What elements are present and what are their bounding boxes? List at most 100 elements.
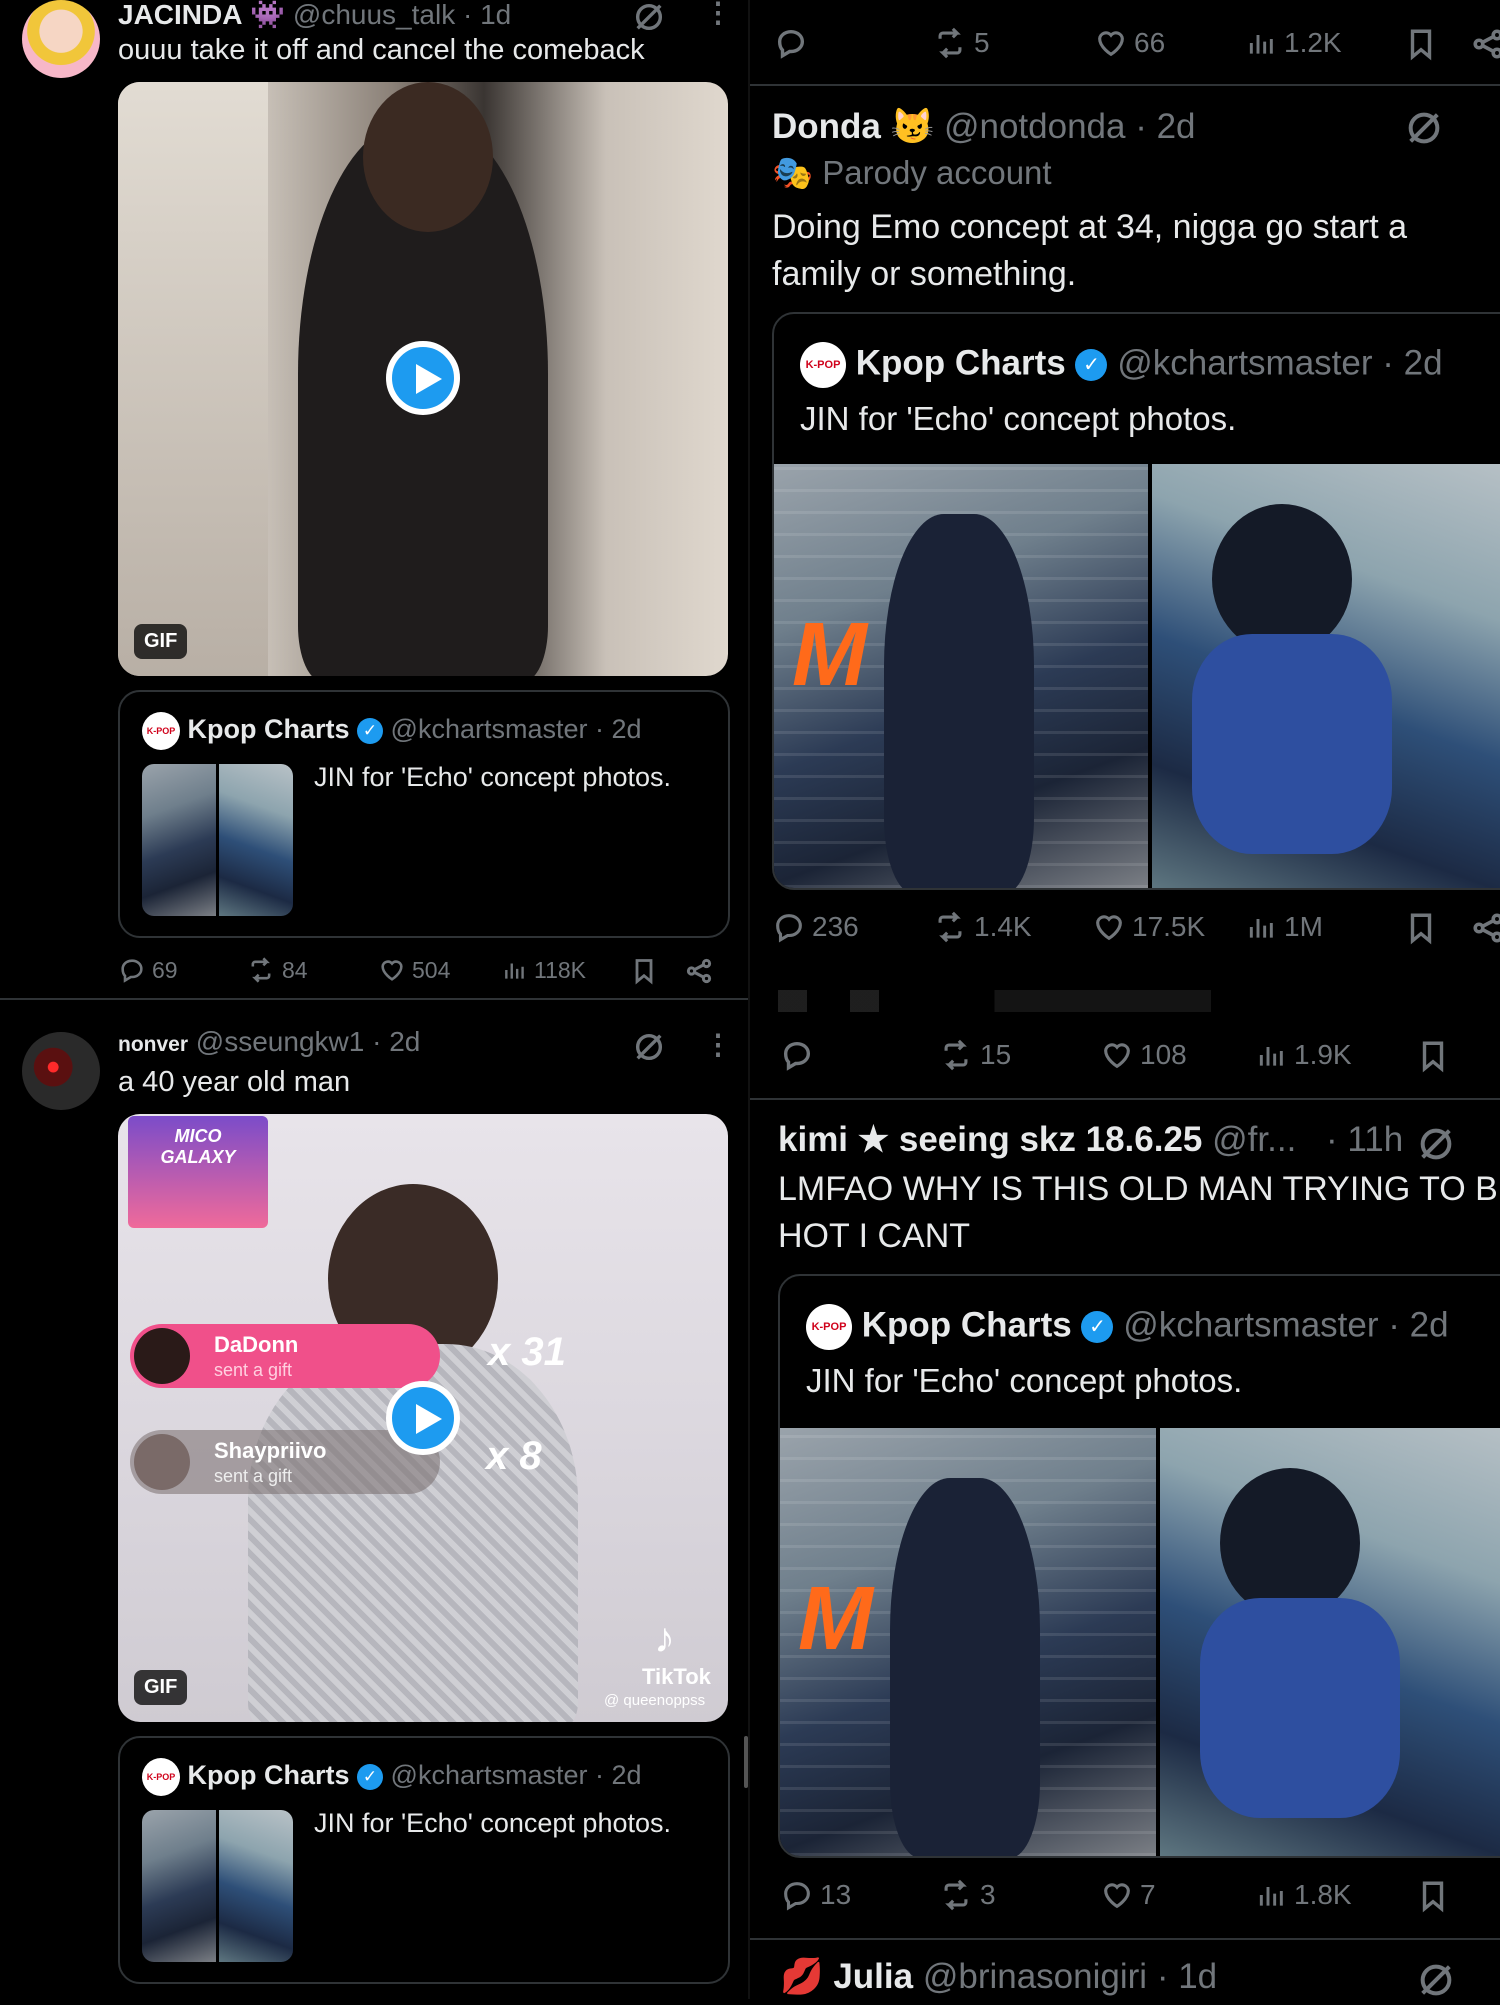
display-name[interactable]: Donda [772, 107, 881, 146]
view-count[interactable]: 1.2K [1246, 26, 1342, 60]
display-name[interactable]: JACINDA [118, 0, 242, 30]
timestamp[interactable]: · 1d [1157, 1957, 1217, 1996]
kpop-logo-icon: K-POP [806, 1304, 852, 1350]
timestamp[interactable]: · 1d [463, 0, 511, 30]
gif-badge: GIF [134, 1670, 188, 1705]
bookmark-icon[interactable] [630, 956, 658, 991]
quote-handle: @kchartsmaster [1117, 343, 1373, 383]
tweet-text: ouuu take it off and cancel the comeback [118, 34, 645, 66]
quote-timestamp: · 2d [1382, 343, 1443, 383]
share-icon[interactable] [1470, 26, 1500, 67]
reply-icon[interactable] [774, 26, 808, 65]
bookmark-icon[interactable] [1416, 1878, 1450, 1919]
gif-badge: GIF [134, 624, 188, 659]
verified-icon: ✓ [357, 718, 384, 744]
display-name[interactable]: nonver [118, 1033, 188, 1056]
repost-count[interactable]: 15 [938, 1038, 1011, 1072]
like-count[interactable]: 66 [1094, 26, 1165, 60]
handle[interactable]: @chuus_talk [293, 0, 455, 30]
tweet-text: LMFAO WHY IS THIS OLD MAN TRYING TO B HO… [778, 1170, 1498, 1255]
tweet-separator [0, 998, 748, 1000]
quote-timestamp: · 2d [595, 1760, 642, 1791]
like-count[interactable]: 504 [378, 956, 450, 984]
grok-icon[interactable] [1416, 1124, 1456, 1169]
view-count[interactable]: 1M [1246, 910, 1323, 944]
avatar[interactable] [22, 0, 100, 78]
quote-handle: @kchartsmaster [390, 714, 588, 745]
view-count[interactable]: 1.9K [1256, 1038, 1352, 1072]
tweet-separator [750, 84, 1500, 86]
reply-count[interactable]: 69 [118, 956, 178, 984]
repost-count[interactable]: 84 [246, 956, 308, 984]
quote-handle: @kchartsmaster [390, 1760, 588, 1791]
tiktok-logo-icon: ♪ [654, 1614, 675, 1661]
quote-text: JIN for 'Echo' concept photos. [800, 400, 1237, 437]
handle[interactable]: @notdonda [944, 107, 1126, 146]
tweet-separator [750, 1938, 1500, 1940]
alien-emoji-icon: 👾 [250, 0, 286, 30]
handle[interactable]: @fr... [1212, 1120, 1296, 1159]
bookmark-icon[interactable] [1404, 910, 1438, 951]
galaxy-banner: MICO GALAXY [128, 1116, 268, 1228]
scroll-indicator[interactable] [744, 1736, 748, 1788]
like-count[interactable]: 7 [1100, 1878, 1156, 1912]
tweet-separator [750, 1098, 1500, 1100]
cat-emoji-icon: 😼 [890, 107, 935, 146]
display-name[interactable]: Julia [833, 1957, 913, 1996]
bookmark-icon[interactable] [1416, 1038, 1450, 1079]
grok-icon[interactable] [1404, 108, 1444, 153]
quote-text: JIN for 'Echo' concept photos. [314, 762, 671, 792]
quote-photo-1[interactable]: M [774, 464, 1148, 888]
quote-text: JIN for 'Echo' concept photos. [314, 1808, 671, 1838]
quote-photo-2[interactable] [1152, 464, 1500, 888]
share-icon[interactable] [684, 956, 714, 991]
handle[interactable]: @brinasonigiri [923, 1957, 1147, 1996]
more-options-icon[interactable]: ⋮ [704, 1028, 732, 1061]
verified-icon: ✓ [1081, 1311, 1114, 1343]
quote-display-name: Kpop Charts [861, 1305, 1072, 1345]
quote-thumbnail-2 [219, 764, 293, 916]
quote-text: JIN for 'Echo' concept photos. [806, 1362, 1243, 1399]
play-button[interactable] [386, 1381, 460, 1455]
reply-count[interactable]: 236 [772, 910, 859, 944]
grok-icon[interactable] [1416, 1960, 1456, 2005]
quoted-tweet[interactable]: K-POP Kpop Charts ✓ @kchartsmaster · 2d … [772, 312, 1500, 890]
grok-icon[interactable] [632, 1030, 666, 1069]
quote-photo-1[interactable]: M [780, 1428, 1156, 1856]
avatar[interactable] [22, 1032, 100, 1110]
timestamp[interactable]: · 2d [1135, 107, 1195, 146]
reply-count[interactable]: 13 [780, 1878, 851, 1912]
tiktok-username: @ queenoppss [604, 1692, 706, 1709]
view-count[interactable]: 118K [502, 956, 586, 984]
kpop-logo-icon: K-POP [142, 712, 180, 750]
repost-count[interactable]: 1.4K [932, 910, 1032, 944]
display-name[interactable]: kimi ★ seeing skz 18.6.25 [778, 1120, 1202, 1159]
timestamp[interactable]: · 2d [372, 1026, 420, 1057]
share-icon[interactable] [1470, 910, 1500, 951]
repost-count[interactable]: 3 [938, 1878, 996, 1912]
bookmark-icon[interactable] [1404, 26, 1438, 67]
reply-icon[interactable] [780, 1038, 814, 1077]
quoted-tweet[interactable]: K-POP Kpop Charts ✓ @kchartsmaster · 2d … [118, 690, 730, 938]
repost-count[interactable]: 5 [932, 26, 990, 60]
tweet-header: JACINDA 👾 @chuus_talk · 1d [118, 0, 511, 31]
cutoff-tweet-preview [778, 990, 1500, 1012]
play-button[interactable] [386, 341, 460, 415]
handle[interactable]: @sseungkw1 [196, 1026, 365, 1057]
timestamp[interactable]: · 11h [1326, 1120, 1403, 1159]
more-options-icon[interactable]: ⋮ [704, 0, 732, 29]
tweet-header: nonver @sseungkw1 · 2d [118, 1026, 420, 1058]
tweet-text: a 40 year old man [118, 1066, 351, 1098]
quote-thumbnail-2 [219, 1810, 293, 1962]
tweet-header: kimi ★ seeing skz 18.6.25 @fr... · 11h [778, 1120, 1403, 1160]
quote-photo-2[interactable] [1160, 1428, 1500, 1856]
quote-display-name: Kpop Charts [855, 343, 1066, 383]
tweet-header: Donda 😼 @notdonda · 2d [772, 106, 1196, 147]
view-count[interactable]: 1.8K [1256, 1878, 1352, 1912]
quoted-tweet[interactable]: K-POP Kpop Charts ✓ @kchartsmaster · 2d … [778, 1274, 1500, 1858]
like-count[interactable]: 17.5K [1092, 910, 1205, 944]
quoted-tweet[interactable]: K-POP Kpop Charts ✓ @kchartsmaster · 2d … [118, 1736, 730, 1984]
quote-timestamp: · 2d [1388, 1305, 1449, 1345]
like-count[interactable]: 108 [1100, 1038, 1187, 1072]
column-divider [748, 0, 750, 1999]
